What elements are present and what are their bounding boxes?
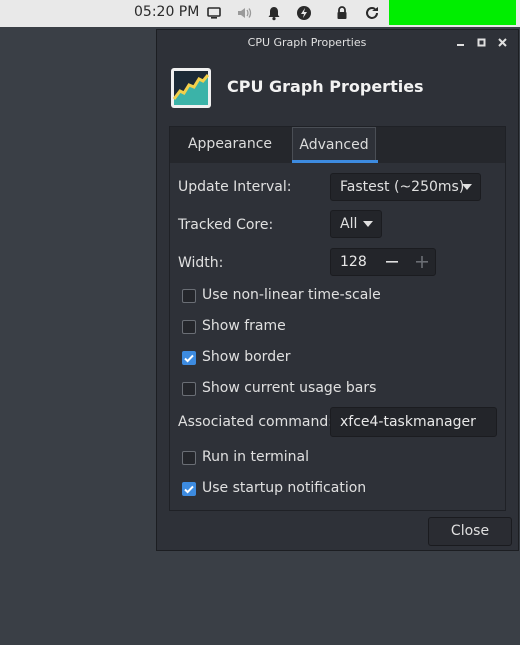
window-titlebar[interactable]: CPU Graph Properties [157,30,518,56]
panel-clock[interactable]: 05:20 PM [134,4,199,20]
show-border-label[interactable]: Show border [202,349,290,365]
associated-command-input[interactable]: xfce4-taskmanager [330,407,497,437]
properties-notebook: Appearance Advanced Update Interval: Fas… [169,126,506,511]
header-title: CPU Graph Properties [227,77,424,96]
chevron-down-icon [363,221,373,227]
tab-advanced-label: Advanced [299,137,369,153]
cpu-graph-properties-dialog: CPU Graph Properties CPU Graph Propertie… [156,29,519,551]
update-interval-value: Fastest (~250ms) [340,179,465,195]
show-usage-bars-checkbox[interactable] [182,382,196,396]
minimize-icon[interactable] [454,36,467,49]
run-in-terminal-checkbox[interactable] [182,451,196,465]
panel-color-block [389,0,516,25]
tracked-core-label: Tracked Core: [178,217,274,233]
volume-icon[interactable] [236,5,252,21]
close-icon[interactable] [496,36,509,49]
update-interval-combo[interactable]: Fastest (~250ms) [330,173,481,201]
tab-bar: Appearance Advanced [170,127,505,163]
maximize-icon[interactable] [475,36,488,49]
run-in-terminal-label[interactable]: Run in terminal [202,449,309,465]
top-panel: 05:20 PM [0,0,520,27]
tracked-core-combo[interactable]: All [330,210,382,238]
bell-icon[interactable] [266,5,282,21]
checkmark-icon [184,485,194,494]
associated-command-label: Associated command: [178,414,333,430]
non-linear-time-scale-label[interactable]: Use non-linear time-scale [202,287,381,303]
width-spinbutton[interactable]: 128 [330,248,436,276]
checkmark-icon [184,354,194,363]
width-value: 128 [340,254,367,270]
lock-icon[interactable] [334,5,350,21]
power-manager-icon[interactable] [296,5,312,21]
tab-appearance-label: Appearance [187,136,273,152]
show-border-checkbox[interactable] [182,351,196,365]
associated-command-value: xfce4-taskmanager [340,414,476,430]
tab-advanced[interactable]: Advanced [292,127,376,163]
window-title: CPU Graph Properties [247,36,367,49]
show-usage-bars-label[interactable]: Show current usage bars [202,380,376,396]
minus-icon[interactable] [385,255,399,269]
startup-notification-checkbox[interactable] [182,482,196,496]
width-label: Width: [178,255,224,271]
close-button-label: Close [450,523,490,539]
update-interval-label: Update Interval: [178,179,292,195]
close-button[interactable]: Close [428,517,512,546]
active-tab-indicator [292,160,378,163]
startup-notification-label[interactable]: Use startup notification [202,480,366,496]
cpu-graph-app-icon [170,67,212,109]
show-frame-checkbox[interactable] [182,320,196,334]
refresh-icon[interactable] [364,5,380,21]
tracked-core-value: All [340,216,358,232]
tab-appearance[interactable]: Appearance [180,127,280,163]
non-linear-time-scale-checkbox[interactable] [182,289,196,303]
plus-icon[interactable] [415,255,429,269]
chevron-down-icon [462,184,472,190]
display-icon[interactable] [206,5,222,21]
show-frame-label[interactable]: Show frame [202,318,286,334]
